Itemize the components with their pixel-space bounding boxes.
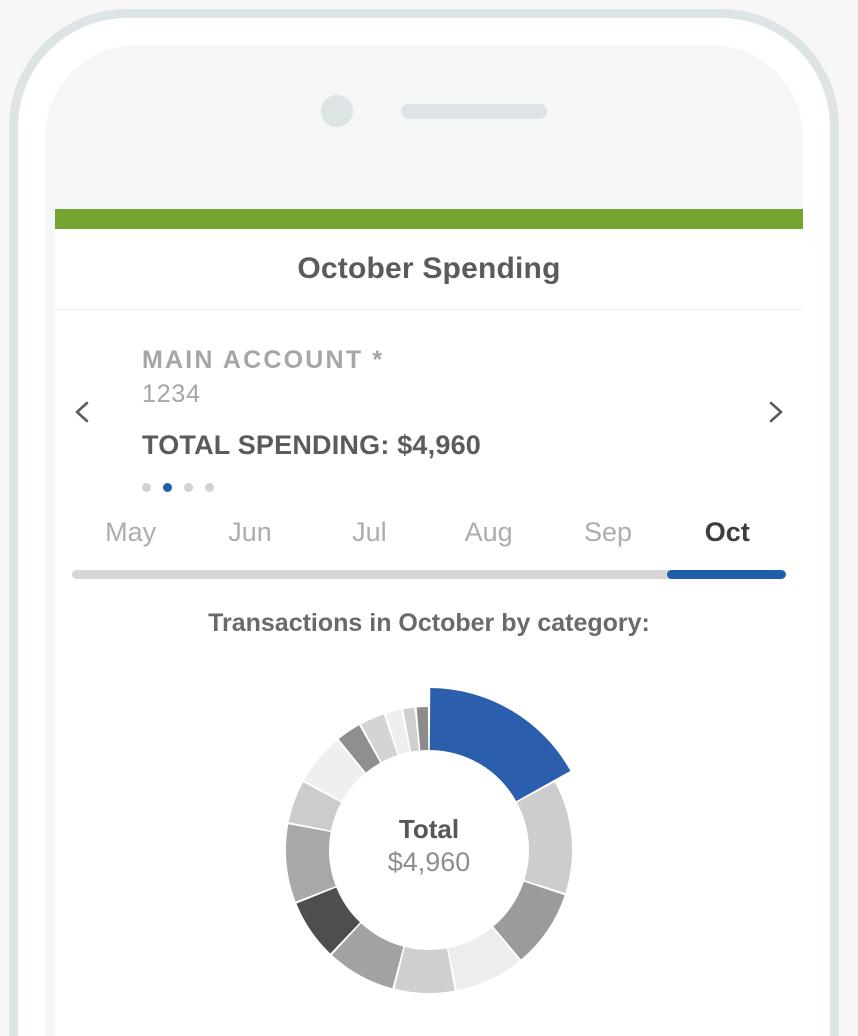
donut-segment-15[interactable] (416, 707, 429, 751)
chevron-right-icon (769, 401, 783, 423)
month-selector[interactable]: May Jun Jul Aug Sep Oct (55, 517, 803, 548)
carousel-dot-4[interactable] (205, 483, 214, 492)
account-carousel: MAIN ACCOUNT * 1234 TOTAL SPENDING: $4,9… (55, 310, 803, 492)
month-progress-track[interactable] (72, 570, 786, 579)
month-tab-jun[interactable]: Jun (190, 517, 309, 548)
screenshot-stage: October Spending MAIN ACCOUNT * 1234 TOT… (0, 0, 858, 1036)
donut-segment-8[interactable] (286, 824, 336, 902)
donut-segment-5[interactable] (394, 947, 455, 993)
app-screen: October Spending MAIN ACCOUNT * 1234 TOT… (55, 209, 803, 1036)
month-tab-aug[interactable]: Aug (429, 517, 548, 548)
account-name: MAIN ACCOUNT * (142, 346, 385, 374)
speaker-grille-icon (401, 104, 547, 119)
donut-chart-svg (286, 688, 572, 993)
app-accent-bar (55, 209, 803, 229)
carousel-dot-2[interactable] (163, 483, 172, 492)
donut-chart[interactable]: Total $4,960 (55, 670, 803, 1030)
account-number: 1234 (142, 379, 201, 408)
month-tab-may[interactable]: May (71, 517, 190, 548)
month-tab-oct[interactable]: Oct (668, 517, 787, 548)
chart-caption: Transactions in October by category: (208, 609, 650, 637)
carousel-next-button[interactable] (761, 398, 789, 426)
donut-segment-2[interactable] (517, 782, 572, 894)
carousel-dot-3[interactable] (184, 483, 193, 492)
camera-dot-icon (321, 95, 353, 127)
month-progress-fill (667, 570, 786, 579)
month-tab-sep[interactable]: Sep (548, 517, 667, 548)
carousel-dot-1[interactable] (142, 483, 151, 492)
donut-segment-1[interactable] (429, 688, 571, 802)
chevron-left-icon (75, 401, 89, 423)
carousel-pagination-dots[interactable] (55, 483, 803, 492)
page-title: October Spending (297, 252, 561, 285)
carousel-prev-button[interactable] (69, 398, 97, 426)
month-tab-jul[interactable]: Jul (310, 517, 429, 548)
app-title-bar: October Spending (55, 229, 803, 310)
account-summary: MAIN ACCOUNT * 1234 TOTAL SPENDING: $4,9… (55, 346, 803, 461)
total-spending-label: TOTAL SPENDING: $4,960 (142, 430, 481, 460)
